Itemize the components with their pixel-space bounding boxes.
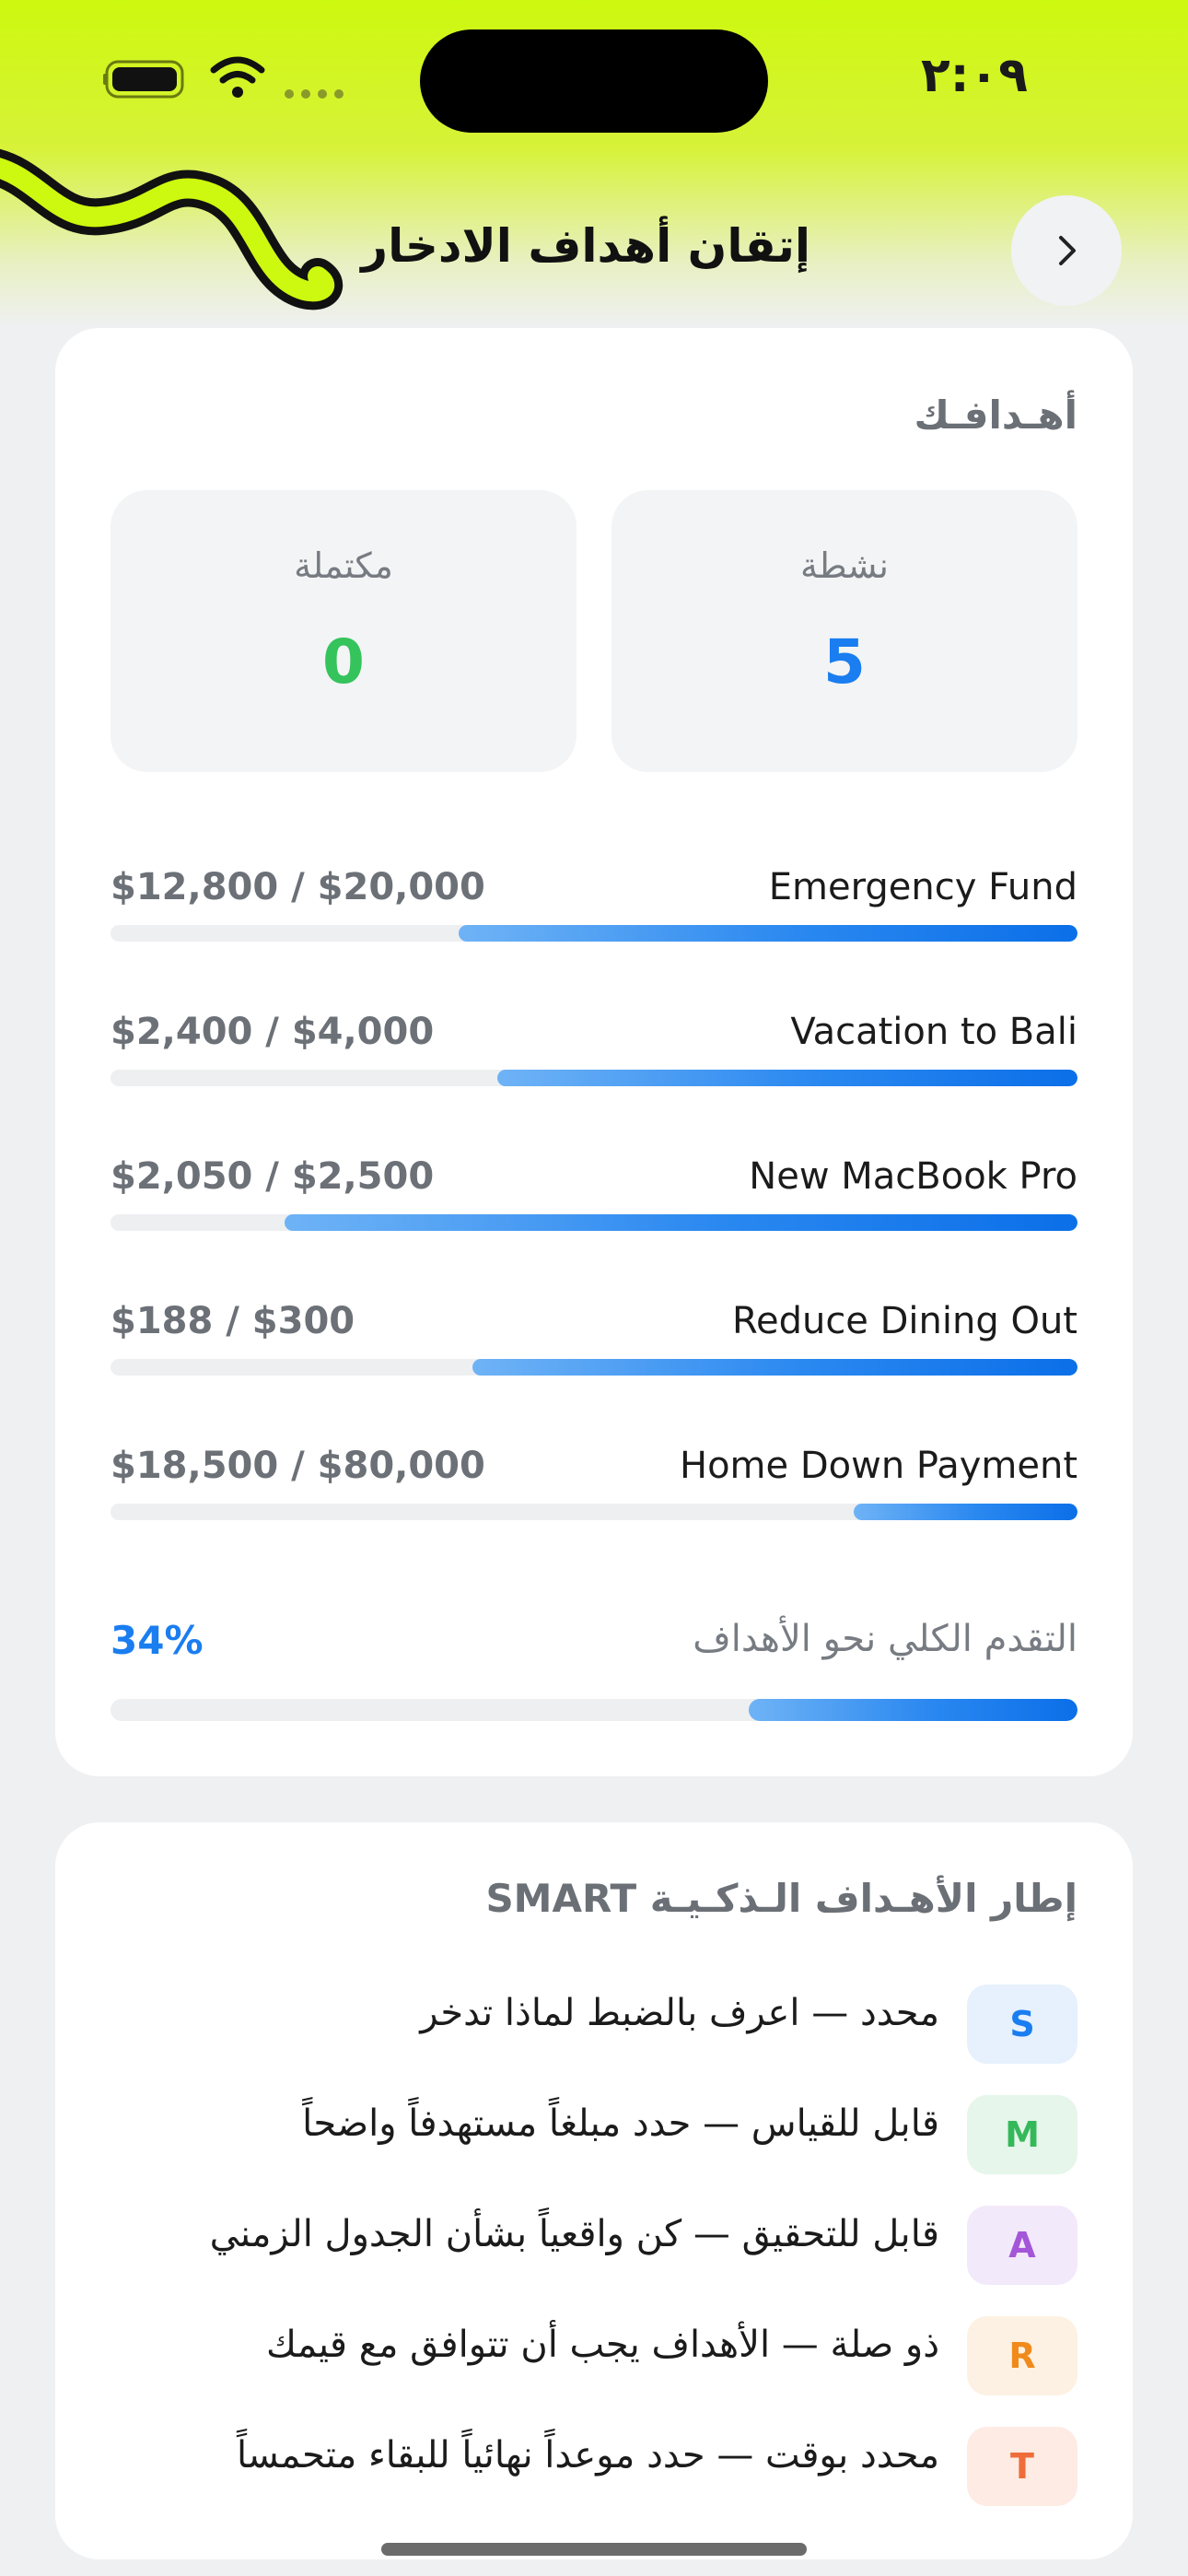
smart-item-text: محدد — اعرف بالضبط لماذا تدخر (420, 1992, 939, 2034)
chevron-right-icon (1059, 236, 1076, 265)
wifi-icon (210, 56, 265, 98)
overall-progress: التقدم الكلي نحو الأهداف 34% (111, 1618, 1077, 1738)
goal-amount: $188 / $300 (111, 1300, 355, 1342)
goal-progress-fill (854, 1504, 1077, 1520)
goal-row: Reduce Dining Out $188 / $300 (111, 1300, 1077, 1392)
smart-letter-badge: T (967, 2427, 1077, 2506)
goal-amount: $2,050 / $2,500 (111, 1155, 435, 1198)
completed-goals-label: مكتملة (294, 545, 393, 586)
overall-progress-fill (749, 1699, 1077, 1721)
smart-letter-badge: R (967, 2316, 1077, 2395)
smart-letter-badge: A (967, 2206, 1077, 2285)
savings-goals-screen: ٢:٠٩ إتقان أهداف الادخار أهـدافـك نشطة 5… (0, 0, 1188, 2576)
smart-item-text: محدد بوقت — حدد موعداً نهائياً للبقاء مت… (236, 2434, 939, 2476)
overall-progress-track (111, 1699, 1077, 1721)
goal-progress-track (111, 1214, 1077, 1231)
smart-item-text: قابل للقياس — حدد مبلغاً مستهدفاً واضحاً (302, 2102, 939, 2145)
goal-progress-fill (285, 1214, 1077, 1231)
status-time: ٢:٠٩ (921, 48, 1029, 103)
goal-row: New MacBook Pro $2,050 / $2,500 (111, 1155, 1077, 1247)
page-title: إتقان أهداف الادخار (361, 219, 810, 273)
completed-goals-count: 0 (322, 626, 365, 697)
goal-name: Vacation to Bali (790, 1011, 1077, 1053)
goal-name: Emergency Fund (768, 866, 1077, 908)
smart-letter-badge: M (967, 2095, 1077, 2174)
back-button[interactable] (1011, 195, 1122, 306)
smart-letter-badge: S (967, 1985, 1077, 2064)
smart-item-text: ذو صلة — الأهداف يجب أن تتوافق مع قيمك (265, 2324, 939, 2366)
goal-name: Home Down Payment (679, 1445, 1077, 1487)
dynamic-island (420, 29, 768, 133)
battery-icon (103, 60, 184, 99)
goal-name: Reduce Dining Out (731, 1300, 1077, 1342)
goal-row: Vacation to Bali $2,400 / $4,000 (111, 1011, 1077, 1103)
smart-item: R ذو صلة — الأهداف يجب أن تتوافق مع قيمك (111, 2316, 1077, 2399)
overall-progress-label: التقدم الكلي نحو الأهداف (693, 1618, 1077, 1660)
smart-framework-card: إطار الأهـداف الـذكـيـة SMART S محدد — ا… (55, 1822, 1133, 2559)
goal-amount: $12,800 / $20,000 (111, 866, 485, 908)
smart-section-title: إطار الأهـداف الـذكـيـة SMART (485, 1876, 1077, 1921)
completed-goals-stat: مكتملة 0 (111, 490, 577, 772)
goal-amount: $2,400 / $4,000 (111, 1011, 435, 1053)
smart-item: T محدد بوقت — حدد موعداً نهائياً للبقاء … (111, 2427, 1077, 2510)
goal-row: Emergency Fund $12,800 / $20,000 (111, 866, 1077, 958)
goal-progress-track (111, 1359, 1077, 1376)
goals-section-title: أهـدافـك (914, 392, 1078, 438)
overall-progress-percent: 34% (111, 1618, 204, 1663)
goal-progress-fill (497, 1070, 1077, 1086)
goal-progress-fill (472, 1359, 1077, 1376)
goals-card: أهـدافـك نشطة 5 مكتملة 0 Emergency Fund … (55, 328, 1133, 1776)
goal-progress-track (111, 925, 1077, 942)
active-goals-count: 5 (823, 626, 866, 697)
goal-progress-fill (459, 925, 1077, 942)
active-goals-label: نشطة (799, 545, 890, 586)
home-indicator[interactable] (381, 2543, 807, 2556)
active-goals-stat: نشطة 5 (611, 490, 1077, 772)
goal-row: Home Down Payment $18,500 / $80,000 (111, 1445, 1077, 1537)
goal-name: New MacBook Pro (749, 1155, 1077, 1198)
goal-progress-track (111, 1504, 1077, 1520)
goal-progress-track (111, 1070, 1077, 1086)
goal-amount: $18,500 / $80,000 (111, 1445, 485, 1487)
smart-item: A قابل للتحقيق — كن واقعياً بشأن الجدول … (111, 2206, 1077, 2289)
cellular-signal-icon (285, 89, 344, 99)
smart-item: S محدد — اعرف بالضبط لماذا تدخر (111, 1985, 1077, 2067)
smart-item-text: قابل للتحقيق — كن واقعياً بشأن الجدول ال… (209, 2213, 939, 2255)
smart-item: M قابل للقياس — حدد مبلغاً مستهدفاً واضح… (111, 2095, 1077, 2178)
